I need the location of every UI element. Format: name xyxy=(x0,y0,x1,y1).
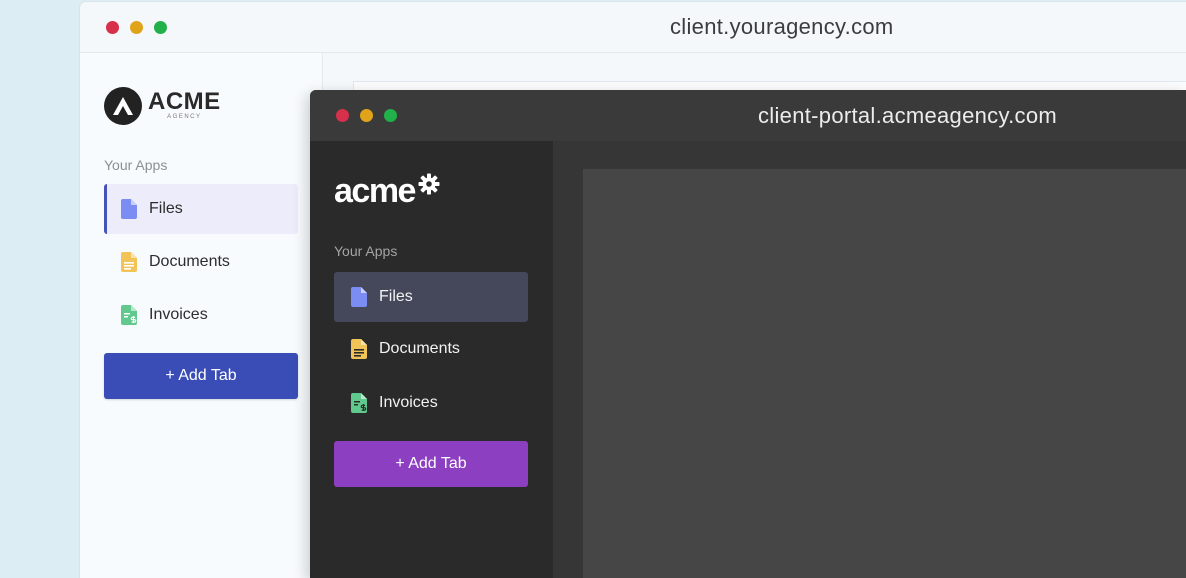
sidebar-item-label: Documents xyxy=(379,340,460,357)
add-tab-button[interactable]: + Add Tab xyxy=(104,353,298,399)
file-icon xyxy=(351,287,367,307)
sidebar-item-files[interactable]: Files xyxy=(334,272,528,322)
sidebar-item-label: Invoices xyxy=(149,306,208,323)
maximize-window-button[interactable] xyxy=(154,21,167,34)
acme-logo-mark-icon xyxy=(104,87,142,125)
back-window-url[interactable]: client.youragency.com xyxy=(670,14,894,40)
maximize-window-button[interactable] xyxy=(384,109,397,122)
front-window-controls xyxy=(336,109,397,122)
your-apps-label: Your Apps xyxy=(334,243,398,259)
sidebar-item-documents[interactable]: Documents xyxy=(104,237,298,287)
minimize-window-button[interactable] xyxy=(360,109,373,122)
sidebar-item-label: Files xyxy=(149,200,183,217)
front-sidebar: acme Your Apps Files Documents Invoices … xyxy=(310,141,553,578)
minimize-window-button[interactable] xyxy=(130,21,143,34)
file-icon xyxy=(121,199,137,219)
your-apps-label: Your Apps xyxy=(104,157,168,173)
close-window-button[interactable] xyxy=(336,109,349,122)
front-browser-window: client-portal.acmeagency.com acme Your A… xyxy=(310,90,1186,578)
document-icon xyxy=(121,252,137,272)
invoice-icon xyxy=(351,393,367,413)
sidebar-item-label: Documents xyxy=(149,253,230,270)
sidebar-item-invoices[interactable]: Invoices xyxy=(104,290,298,340)
add-tab-button[interactable]: + Add Tab xyxy=(334,441,528,487)
front-main-area xyxy=(553,141,1186,578)
invoice-icon xyxy=(121,305,137,325)
front-content-panel xyxy=(583,169,1186,578)
document-icon xyxy=(351,339,367,359)
sidebar-item-files[interactable]: Files xyxy=(104,184,298,234)
sidebar-item-invoices[interactable]: Invoices xyxy=(334,378,528,428)
sidebar-item-label: Files xyxy=(379,288,413,305)
front-window-titlebar: client-portal.acmeagency.com xyxy=(310,90,1186,141)
close-window-button[interactable] xyxy=(106,21,119,34)
front-window-url[interactable]: client-portal.acmeagency.com xyxy=(758,103,1057,129)
acme-agency-logo[interactable]: ACME AGENCY xyxy=(104,87,221,125)
back-window-controls xyxy=(106,21,167,34)
logo-wordmark: ACME xyxy=(148,88,221,115)
back-sidebar: ACME AGENCY Your Apps Files Documents In… xyxy=(80,53,323,578)
back-window-titlebar: client.youragency.com xyxy=(80,2,1186,53)
acme-logo[interactable]: acme xyxy=(334,171,440,211)
sidebar-item-documents[interactable]: Documents xyxy=(334,324,528,374)
gear-icon xyxy=(418,173,440,200)
logo-wordmark: acme xyxy=(334,172,416,210)
sidebar-item-label: Invoices xyxy=(379,394,438,411)
logo-subtitle: AGENCY xyxy=(167,114,202,120)
